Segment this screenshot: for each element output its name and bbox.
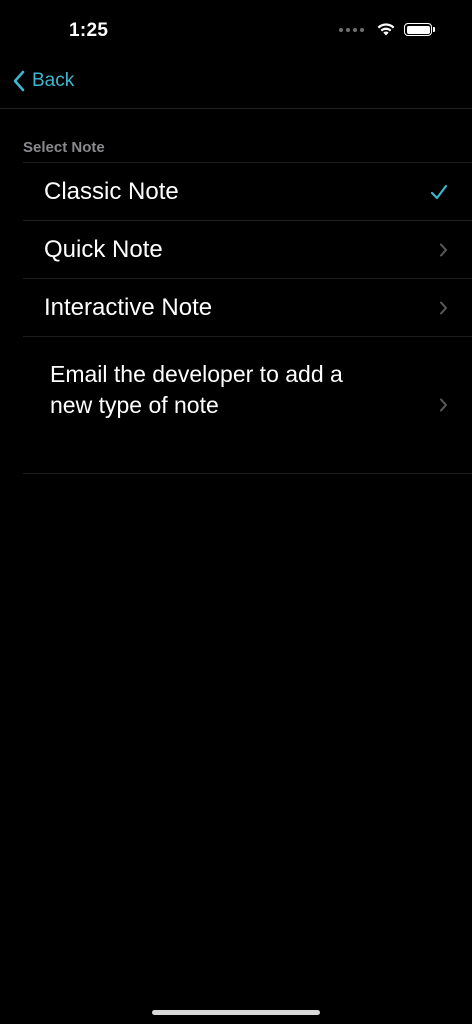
checkmark-icon (430, 184, 448, 199)
section-header: Select Note (23, 139, 105, 156)
navigation-bar: Back (0, 64, 472, 109)
option-label: Classic Note (44, 177, 179, 205)
note-type-list: Classic Note Quick Note Interactive Note… (23, 162, 472, 474)
option-label: Email the developer to add a new type of… (50, 361, 343, 418)
status-bar: 1:25 (0, 0, 472, 64)
option-email-developer[interactable]: Email the developer to add a new type of… (23, 337, 472, 474)
chevron-right-icon (440, 398, 447, 412)
option-classic-note[interactable]: Classic Note (23, 163, 472, 221)
option-quick-note[interactable]: Quick Note (23, 221, 472, 279)
status-time: 1:25 (69, 20, 109, 41)
status-icons (339, 22, 435, 37)
chevron-right-icon (440, 243, 447, 256)
cellular-signal-icon (339, 27, 364, 32)
back-button[interactable]: Back (12, 70, 74, 92)
option-interactive-note[interactable]: Interactive Note (23, 279, 472, 337)
battery-icon (404, 23, 435, 36)
option-label: Interactive Note (44, 293, 213, 321)
chevron-left-icon (13, 70, 25, 92)
home-indicator[interactable] (152, 1010, 320, 1015)
chevron-right-icon (440, 301, 447, 314)
wifi-icon (377, 23, 395, 36)
option-label: Quick Note (44, 235, 163, 263)
back-button-label: Back (32, 70, 75, 91)
